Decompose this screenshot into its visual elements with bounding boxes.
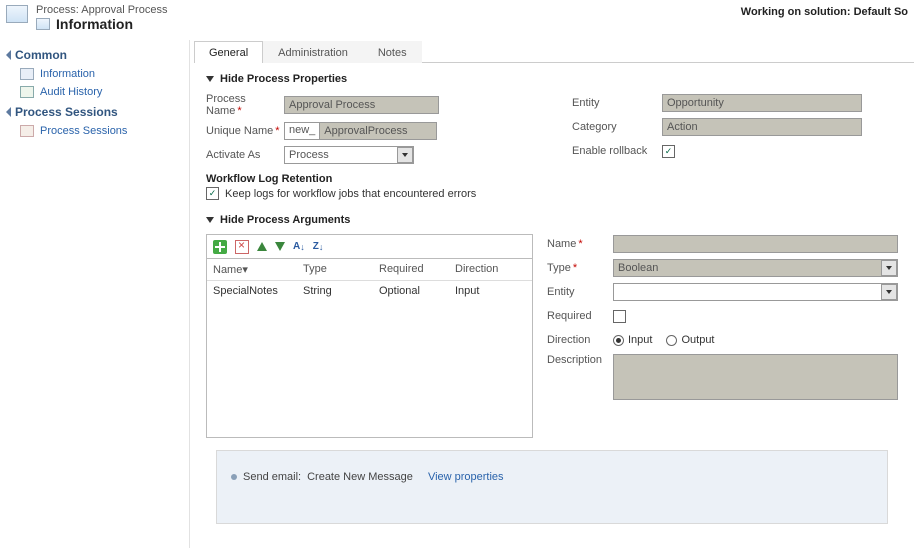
sidebar-item-audit-history[interactable]: Audit History xyxy=(0,83,189,101)
information-icon xyxy=(20,68,34,80)
dropdown-button[interactable] xyxy=(881,284,897,300)
tab-general[interactable]: General xyxy=(194,41,263,63)
move-down-button[interactable] xyxy=(275,242,285,251)
sort-desc-button[interactable]: Z xyxy=(313,241,324,252)
sidebar-section-common[interactable]: Common xyxy=(0,44,189,65)
window-header: Process: Approval Process Information Wo… xyxy=(0,0,914,40)
caret-icon xyxy=(6,107,11,117)
category-label: Category xyxy=(572,121,662,133)
arg-description-field[interactable] xyxy=(613,354,898,400)
enable-rollback-checkbox[interactable] xyxy=(662,145,675,158)
col-name[interactable]: Name xyxy=(213,264,242,276)
sidebar-item-process-sessions[interactable]: Process Sessions xyxy=(0,122,189,140)
activate-as-label: Activate As xyxy=(206,149,284,161)
caret-down-icon xyxy=(206,217,214,223)
add-argument-button[interactable] xyxy=(213,240,227,254)
header-process-prefix: Process: xyxy=(36,4,79,16)
dropdown-button[interactable] xyxy=(397,147,413,163)
arg-direction-label: Direction xyxy=(547,334,613,346)
tab-administration[interactable]: Administration xyxy=(263,41,363,63)
section-process-properties[interactable]: Hide Process Properties xyxy=(206,73,898,85)
sort-asc-button[interactable]: A xyxy=(293,241,305,252)
delete-argument-button[interactable] xyxy=(235,240,249,254)
process-icon xyxy=(6,5,28,23)
arg-name-label: Name xyxy=(547,238,576,250)
step-value: Create New Message xyxy=(307,471,413,483)
chevron-down-icon xyxy=(886,290,892,294)
keep-logs-checkbox[interactable] xyxy=(206,187,219,200)
sidebar: Common Information Audit History Process… xyxy=(0,40,190,548)
col-required[interactable]: Required xyxy=(379,263,455,276)
steps-panel: Send email: Create New Message View prop… xyxy=(216,450,888,524)
arguments-grid[interactable]: Name▾ Type Required Direction SpecialNot… xyxy=(206,258,533,438)
chevron-down-icon xyxy=(402,153,408,157)
tab-notes[interactable]: Notes xyxy=(363,41,422,63)
header-process-name: Approval Process xyxy=(81,4,167,16)
direction-input-radio[interactable]: Input xyxy=(613,334,652,346)
process-name-field[interactable] xyxy=(284,96,439,114)
required-asterisk: * xyxy=(275,125,279,137)
arg-required-checkbox[interactable] xyxy=(613,310,626,323)
category-field xyxy=(662,118,862,136)
audit-icon xyxy=(20,86,34,98)
step-send-email[interactable]: Send email: Create New Message View prop… xyxy=(231,471,873,483)
unique-name-label: Unique Name xyxy=(206,125,273,137)
section-process-arguments[interactable]: Hide Process Arguments xyxy=(206,214,898,226)
sidebar-section-process-sessions[interactable]: Process Sessions xyxy=(0,101,189,122)
tab-strip: General Administration Notes xyxy=(194,40,914,63)
caret-down-icon xyxy=(206,76,214,82)
entity-label: Entity xyxy=(572,97,662,109)
sessions-icon xyxy=(20,125,34,137)
bullet-icon xyxy=(231,474,237,480)
col-direction[interactable]: Direction xyxy=(455,263,526,276)
entity-field xyxy=(662,94,862,112)
required-asterisk: * xyxy=(237,105,241,117)
arg-name-field[interactable] xyxy=(613,235,898,253)
arg-entity-label: Entity xyxy=(547,286,613,298)
working-on-label: Working on solution: Default So xyxy=(741,4,908,18)
activate-as-select[interactable] xyxy=(284,146,414,164)
col-type[interactable]: Type xyxy=(303,263,379,276)
arg-entity-select[interactable] xyxy=(613,283,898,301)
step-label: Send email: xyxy=(243,471,301,483)
direction-output-radio[interactable]: Output xyxy=(666,334,714,346)
unique-name-field[interactable] xyxy=(319,122,437,140)
argument-row[interactable]: SpecialNotes String Optional Input xyxy=(207,281,532,301)
arg-type-select[interactable] xyxy=(613,259,898,277)
workflow-log-retention-header: Workflow Log Retention xyxy=(206,173,532,185)
enable-rollback-label: Enable rollback xyxy=(572,145,662,157)
page-title: Information xyxy=(56,16,133,32)
dropdown-button[interactable] xyxy=(881,260,897,276)
view-properties-link[interactable]: View properties xyxy=(428,471,504,483)
arg-description-label: Description xyxy=(547,354,613,366)
unique-name-prefix: new_ xyxy=(284,122,319,140)
move-up-button[interactable] xyxy=(257,242,267,251)
chevron-down-icon xyxy=(886,266,892,270)
arg-required-label: Required xyxy=(547,310,613,322)
content-area: General Administration Notes Hide Proces… xyxy=(190,40,914,548)
information-icon xyxy=(36,18,50,30)
arg-type-label: Type xyxy=(547,262,571,274)
arguments-toolbar: A Z xyxy=(206,234,533,258)
caret-icon xyxy=(6,50,11,60)
sidebar-item-information[interactable]: Information xyxy=(0,65,189,83)
keep-logs-label: Keep logs for workflow jobs that encount… xyxy=(225,188,476,200)
